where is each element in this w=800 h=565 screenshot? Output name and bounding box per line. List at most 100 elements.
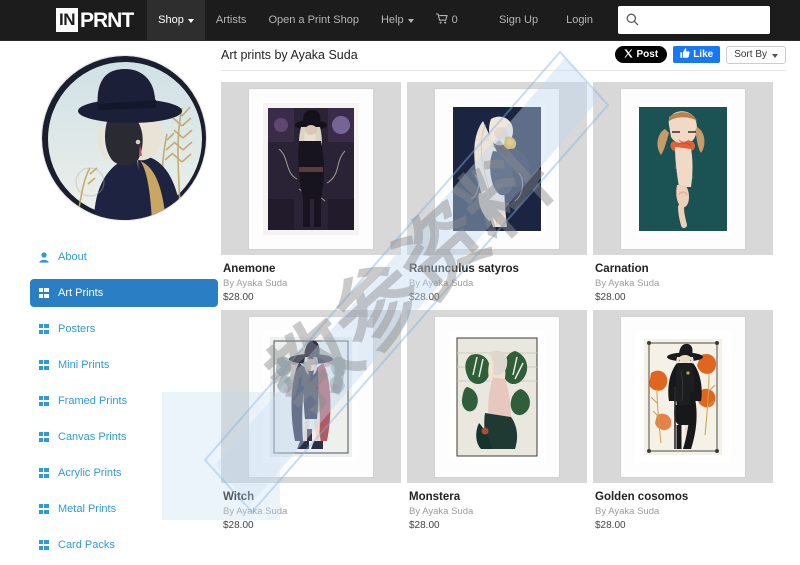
product-price: $28.00 xyxy=(223,520,254,531)
product-card[interactable]: Monstera By Ayaka Suda $28.00 xyxy=(407,310,587,532)
artwork-carnation xyxy=(635,102,731,235)
product-title: Golden cosomos xyxy=(595,491,689,503)
main-content: Art prints by Ayaka Suda Post Like Sort … xyxy=(221,41,786,532)
product-card[interactable]: Carnation By Ayaka Suda $28.00 xyxy=(593,82,773,304)
product-title: Carnation xyxy=(595,263,649,275)
shopping-cart-icon xyxy=(435,13,448,27)
grid-icon xyxy=(38,396,49,407)
nav-item-help-label: Help xyxy=(380,14,404,26)
sidebar-item-card-packs[interactable]: Card Packs xyxy=(30,531,218,559)
product-price: $28.00 xyxy=(409,292,440,303)
print-mat xyxy=(621,316,745,477)
artwork-monstera xyxy=(449,330,545,463)
product-card[interactable]: Ranunculus satyros By Ayaka Suda $28.00 xyxy=(407,82,587,304)
print-mat xyxy=(435,316,559,477)
nav-item-open-a-print-shop[interactable]: Open a Print Shop xyxy=(257,0,370,41)
print-mat xyxy=(249,316,373,477)
sidebar-item-label: Acrylic Prints xyxy=(58,467,122,479)
nav-item-artists-label: Artists xyxy=(215,14,247,26)
chevron-down-icon xyxy=(187,19,194,23)
sidebar-item-label: Mini Prints xyxy=(58,359,110,371)
product-card[interactable]: Anemone By Ayaka Suda $28.00 xyxy=(221,82,401,304)
login-link[interactable]: Login xyxy=(553,0,606,41)
sidebar-item-label: Art Prints xyxy=(58,287,104,299)
product-price: $28.00 xyxy=(223,292,254,303)
site-logo[interactable]: IN PRNT xyxy=(56,0,134,41)
search-box[interactable] xyxy=(618,6,770,34)
chevron-down-icon xyxy=(407,19,414,23)
product-title: Monstera xyxy=(409,491,461,503)
product-grid: Anemone By Ayaka Suda $28.00 Ranunculus … xyxy=(221,82,786,532)
facebook-like-label: Like xyxy=(693,49,714,60)
facebook-like-button[interactable]: Like xyxy=(673,46,721,63)
sidebar-item-label: Framed Prints xyxy=(58,395,128,407)
nav-item-artists[interactable]: Artists xyxy=(205,0,258,41)
sidebar-item-art-prints[interactable]: Art Prints xyxy=(30,279,218,307)
print-mat xyxy=(621,88,745,249)
product-title: Ranunculus satyros xyxy=(409,263,519,275)
print-mat xyxy=(249,88,373,249)
artwork-golden-cosomos xyxy=(635,330,731,463)
cart-button[interactable]: 0 xyxy=(425,0,469,41)
chevron-down-icon xyxy=(772,53,778,58)
product-thumbnail[interactable] xyxy=(593,82,773,255)
nav-item-shop[interactable]: Shop xyxy=(147,0,205,41)
page-root: IN PRNT Shop Artists Open a Print Shop H… xyxy=(0,0,800,565)
search-icon xyxy=(626,13,639,31)
sidebar-item-label: Canvas Prints xyxy=(58,431,127,443)
product-meta: Ranunculus satyros By Ayaka Suda $28.00 xyxy=(407,255,587,304)
sidebar-item-label: Posters xyxy=(58,323,96,335)
sort-by-dropdown[interactable]: Sort By xyxy=(726,45,786,64)
sidebar-item-mini-prints[interactable]: Mini Prints xyxy=(30,351,218,379)
product-price: $28.00 xyxy=(595,520,626,531)
product-thumbnail[interactable] xyxy=(407,82,587,255)
grid-icon xyxy=(38,288,49,299)
sidebar-item-canvas-prints[interactable]: Canvas Prints xyxy=(30,423,218,451)
sidebar-item-acrylic-prints[interactable]: Acrylic Prints xyxy=(30,459,218,487)
product-artist: By Ayaka Suda xyxy=(595,278,660,289)
product-meta: Carnation By Ayaka Suda $28.00 xyxy=(593,255,773,304)
product-price: $28.00 xyxy=(409,520,440,531)
grid-icon xyxy=(38,324,49,335)
grid-icon xyxy=(38,360,49,371)
product-artist: By Ayaka Suda xyxy=(595,506,660,517)
product-meta: Witch By Ayaka Suda $28.00 xyxy=(221,483,401,532)
product-thumbnail[interactable] xyxy=(407,310,587,483)
x-post-button[interactable]: Post xyxy=(614,46,668,63)
x-twitter-icon xyxy=(623,48,633,61)
grid-icon xyxy=(38,432,49,443)
logo-prnt-text: PRNT xyxy=(80,8,134,32)
sidebar-item-posters[interactable]: Posters xyxy=(30,315,218,343)
sort-by-label: Sort By xyxy=(734,49,767,60)
search-input[interactable] xyxy=(618,6,770,34)
product-thumbnail[interactable] xyxy=(221,82,401,255)
product-artist: By Ayaka Suda xyxy=(223,278,288,289)
nav-item-open-a-print-shop-label: Open a Print Shop xyxy=(268,14,359,26)
nav-right-group: Sign Up Login xyxy=(486,0,800,41)
sidebar-item-label: Card Packs xyxy=(58,539,115,551)
product-card[interactable]: Witch By Ayaka Suda $28.00 xyxy=(221,310,401,532)
grid-icon xyxy=(38,468,49,479)
product-thumbnail[interactable] xyxy=(593,310,773,483)
thumbs-up-icon xyxy=(680,48,690,61)
top-navigation-bar: IN PRNT Shop Artists Open a Print Shop H… xyxy=(0,0,800,41)
product-card[interactable]: Golden cosomos By Ayaka Suda $28.00 xyxy=(593,310,773,532)
nav-item-help[interactable]: Help xyxy=(370,0,425,41)
sidebar-item-about[interactable]: About xyxy=(30,243,218,271)
page-title: Art prints by Ayaka Suda xyxy=(221,47,358,62)
sidebar-item-label: About xyxy=(58,251,87,263)
sidebar: About Art Prints Posters Mini Prints Fra… xyxy=(30,55,218,565)
product-artist: By Ayaka Suda xyxy=(223,506,288,517)
content-header: Art prints by Ayaka Suda Post Like Sort … xyxy=(221,41,786,71)
product-title: Anemone xyxy=(223,263,276,275)
cart-count: 0 xyxy=(451,14,458,26)
avatar[interactable] xyxy=(41,55,207,221)
sidebar-item-label: Metal Prints xyxy=(58,503,117,515)
x-post-label: Post xyxy=(636,49,659,60)
product-price: $28.00 xyxy=(595,292,626,303)
sidebar-item-metal-prints[interactable]: Metal Prints xyxy=(30,495,218,523)
sign-up-link[interactable]: Sign Up xyxy=(486,0,551,41)
sidebar-item-framed-prints[interactable]: Framed Prints xyxy=(30,387,218,415)
product-thumbnail[interactable] xyxy=(221,310,401,483)
product-artist: By Ayaka Suda xyxy=(409,506,474,517)
